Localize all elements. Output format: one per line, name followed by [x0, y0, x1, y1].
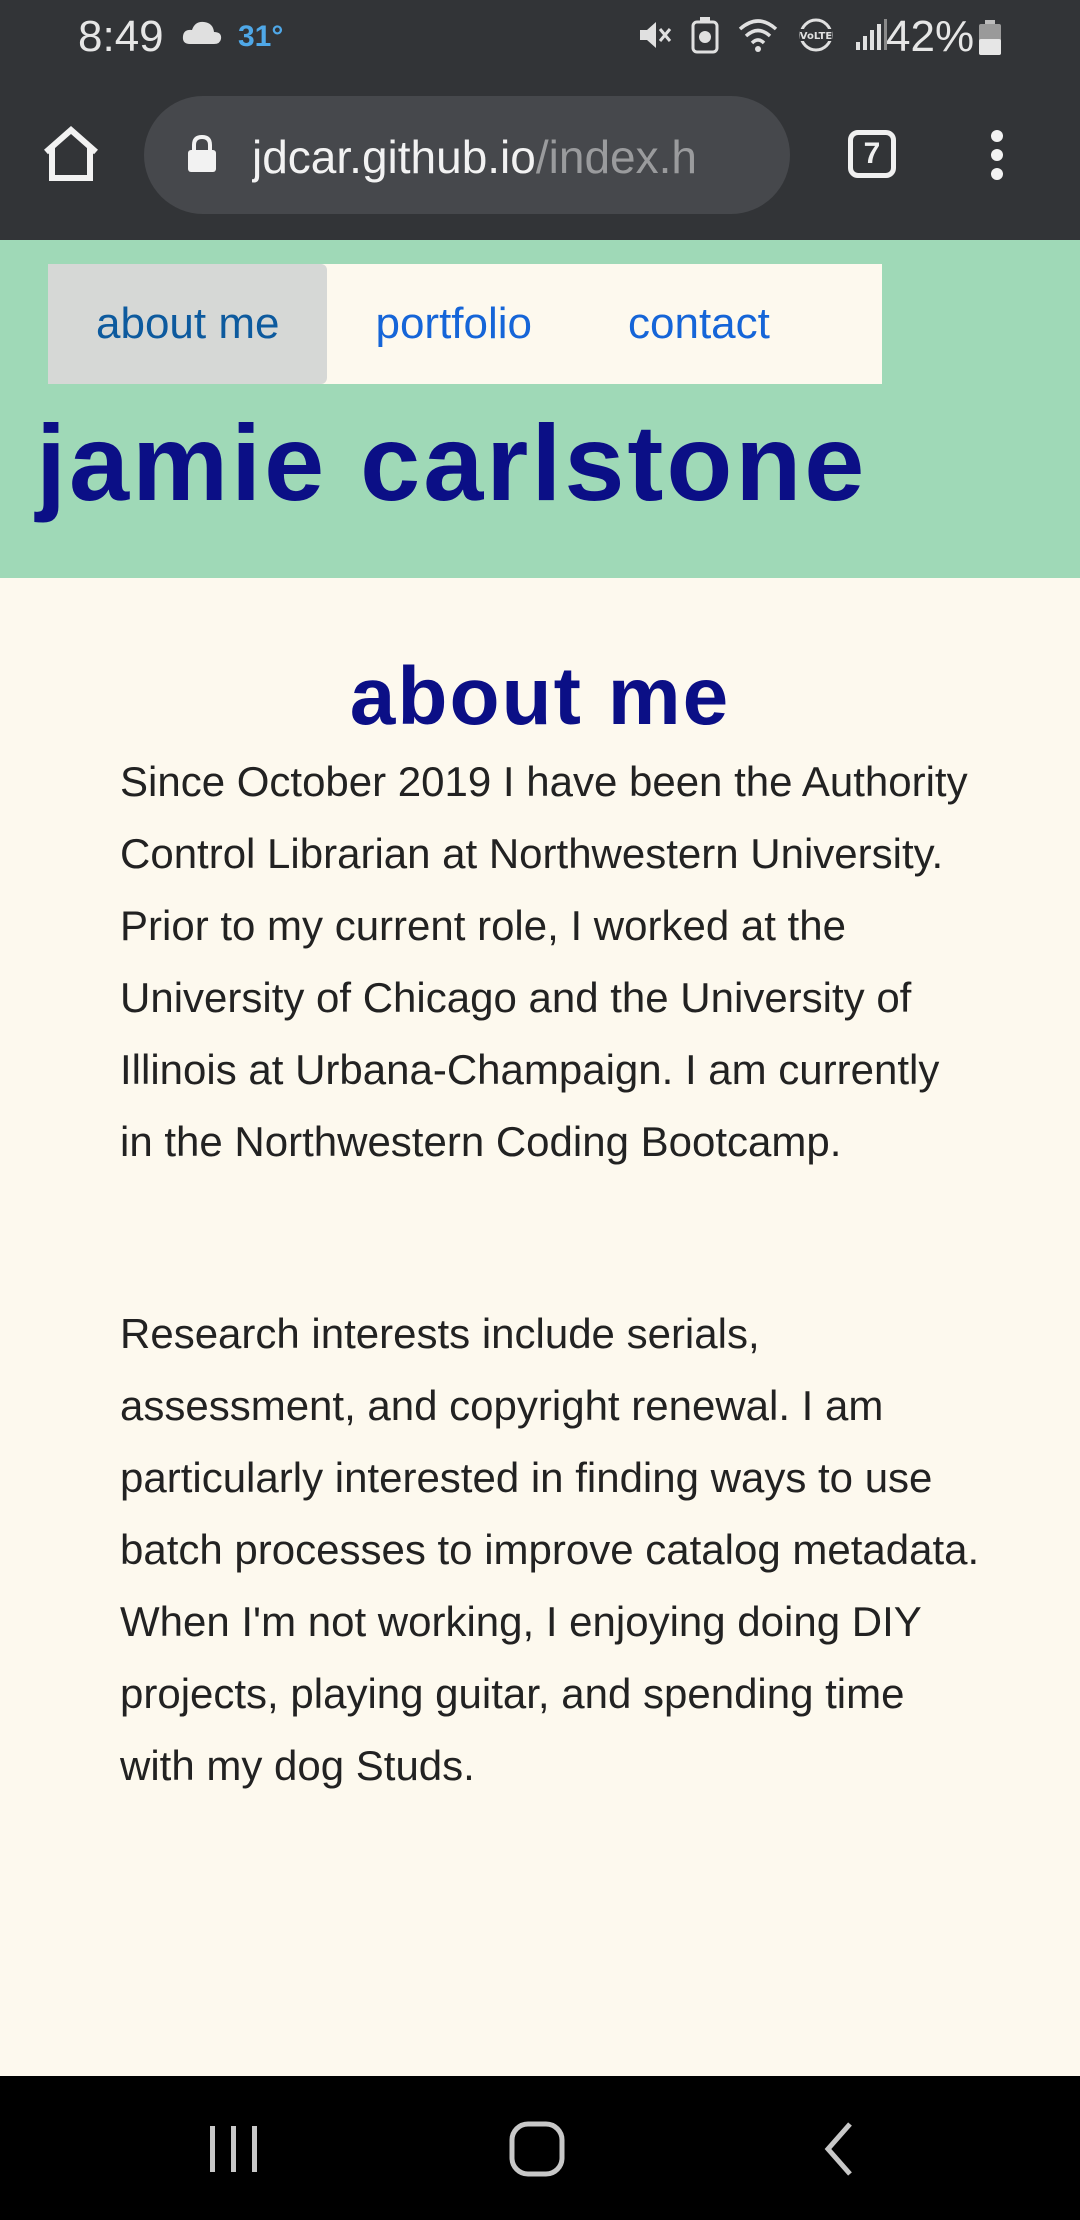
data-saver-icon — [690, 16, 720, 59]
site-nav: about me portfolio contact — [48, 264, 882, 384]
nav-contact[interactable]: contact — [580, 264, 818, 384]
signal-icon — [854, 18, 888, 57]
url-domain: jdcar.github.io — [252, 131, 536, 183]
battery-icon — [978, 20, 1002, 61]
battery-percent: 42% — [886, 12, 975, 61]
status-time: 8:49 — [78, 12, 164, 61]
status-icons: VoLTE — [636, 14, 888, 60]
recents-icon[interactable] — [208, 2124, 260, 2179]
more-menu-icon[interactable] — [990, 130, 1004, 185]
cloud-icon — [182, 20, 222, 51]
home-icon[interactable] — [42, 126, 100, 187]
wifi-icon — [738, 17, 778, 58]
back-icon[interactable] — [822, 2120, 856, 2183]
system-nav-bar — [0, 2076, 1080, 2220]
interests-paragraph: Research interests include serials, asse… — [120, 1310, 980, 1789]
svg-text:VoLTE: VoLTE — [800, 31, 833, 42]
lock-icon — [186, 134, 218, 179]
site-header: about me portfolio contact jamie carlsto… — [0, 240, 1080, 578]
site-title: jamie carlstone — [36, 402, 868, 523]
status-bar: 8:49 31° VoLTE 42% — [0, 0, 1080, 74]
nav-portfolio[interactable]: portfolio — [327, 264, 580, 384]
volte-icon: VoLTE — [796, 17, 836, 58]
browser-toolbar: jdcar.github.io/index.h 7 — [0, 74, 1080, 240]
home-button-icon[interactable] — [508, 2120, 566, 2183]
bio-paragraph: Since October 2019 I have been the Autho… — [120, 758, 968, 1165]
mute-icon — [636, 17, 672, 58]
nav-about-me[interactable]: about me — [48, 264, 328, 384]
url-text[interactable]: jdcar.github.io/index.h — [252, 130, 774, 184]
tab-switcher-button[interactable]: 7 — [848, 130, 896, 178]
address-bar[interactable]: jdcar.github.io/index.h — [144, 96, 790, 214]
url-path: /index.h — [535, 131, 697, 183]
temperature: 31° — [238, 20, 284, 53]
section-heading: about me — [349, 651, 731, 742]
main-content: about me Since October 2019 I have been … — [0, 578, 1080, 2076]
